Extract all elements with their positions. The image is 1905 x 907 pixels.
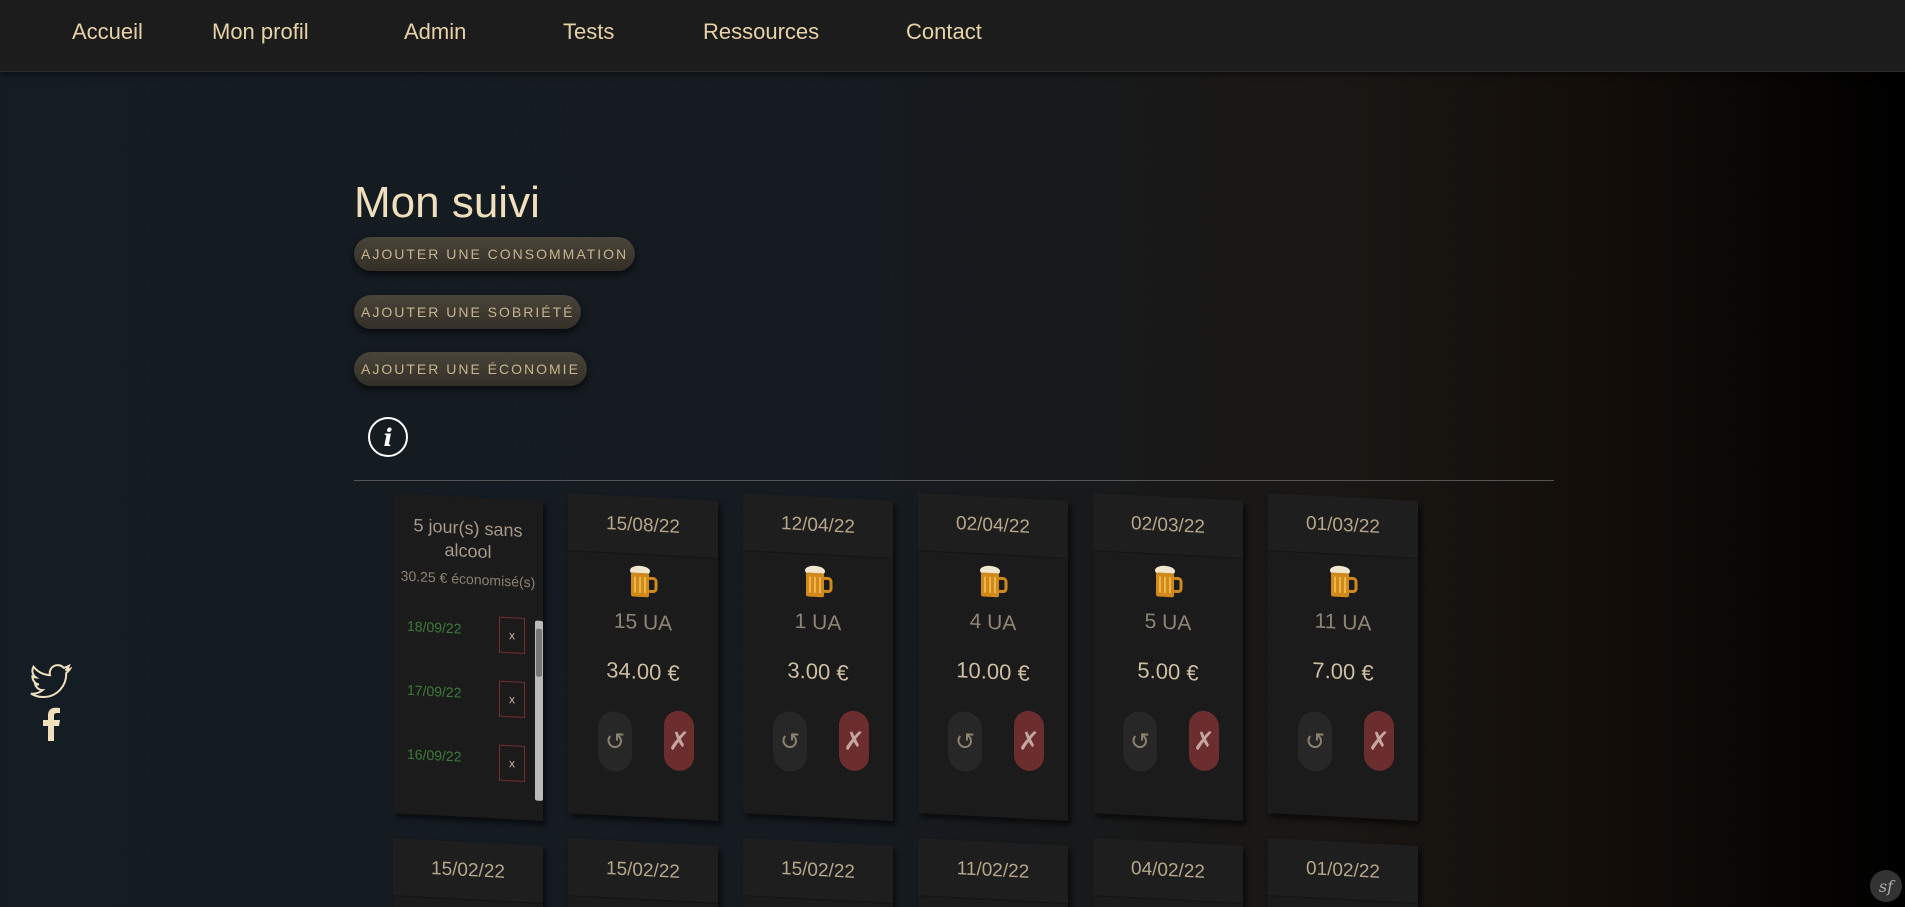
consumption-card: 01/02/22: [1268, 838, 1418, 907]
add-saving-button[interactable]: AJOUTER UNE ÉCONOMIE: [354, 352, 587, 386]
card-date: 02/03/22: [1093, 493, 1243, 559]
consumption-card: 01/03/22 11 UA 7.00 € ↺ ✗: [1268, 493, 1418, 821]
card-actions: ↺ ✗: [743, 705, 893, 773]
card-date: 01/02/22: [1268, 838, 1418, 904]
navbar: Accueil Mon profil Admin Tests Ressource…: [0, 0, 1905, 72]
delete-button[interactable]: ✗: [1364, 710, 1394, 772]
card-date: 12/04/22: [743, 493, 893, 559]
facebook-icon[interactable]: [40, 707, 62, 741]
consumption-card: 04/02/22: [1093, 838, 1243, 907]
card-price: 3.00 €: [787, 657, 849, 686]
streak-scrollbar[interactable]: [535, 620, 543, 801]
card-units: 11 UA: [1314, 609, 1372, 636]
delete-button[interactable]: ✗: [664, 710, 694, 772]
undo-icon: ↺: [1129, 727, 1151, 756]
delete-button[interactable]: ✗: [839, 710, 869, 772]
info-button[interactable]: i: [368, 417, 408, 457]
info-icon: i: [383, 422, 393, 452]
undo-icon: ↺: [954, 727, 976, 756]
reset-button[interactable]: ↺: [948, 710, 982, 773]
nav-admin[interactable]: Admin: [404, 19, 466, 45]
nav-ressources[interactable]: Ressources: [703, 19, 819, 45]
card-units: 5 UA: [1144, 609, 1192, 636]
beer-icon: [1330, 565, 1358, 598]
card-actions: ↺ ✗: [1268, 705, 1418, 773]
cross-icon: ✗: [1368, 724, 1390, 756]
reset-button[interactable]: ↺: [1123, 710, 1157, 773]
streak-list[interactable]: 18/09/22 x 17/09/22 x 16/09/22 x: [393, 603, 543, 801]
streak-delete-button[interactable]: x: [499, 744, 525, 782]
card-date: 15/08/22: [568, 493, 718, 559]
consumption-card: 15/08/22 15 UA 34.00 € ↺ ✗: [568, 493, 718, 821]
beer-icon: [630, 565, 658, 598]
delete-button[interactable]: ✗: [1014, 710, 1044, 772]
cross-icon: ✗: [1018, 724, 1040, 756]
cross-icon: ✗: [1193, 724, 1215, 756]
undo-icon: ↺: [779, 727, 801, 756]
card-date: 11/02/22: [918, 838, 1068, 904]
streak-delete-button[interactable]: x: [499, 680, 525, 718]
card-actions: ↺ ✗: [918, 705, 1068, 773]
consumption-card: 02/04/22 4 UA 10.00 € ↺ ✗: [918, 493, 1068, 821]
cross-icon: ✗: [843, 724, 865, 756]
reset-button[interactable]: ↺: [773, 710, 807, 773]
card-date: 02/04/22: [918, 493, 1068, 559]
card-units: 1 UA: [794, 609, 842, 636]
card-units: 4 UA: [969, 609, 1017, 636]
nav-contact[interactable]: Contact: [906, 19, 982, 45]
consumption-card: 11/02/22: [918, 838, 1068, 907]
beer-icon: [980, 565, 1008, 598]
streak-date: 17/09/22: [407, 681, 462, 701]
card-actions: ↺ ✗: [568, 705, 718, 773]
consumption-card: 02/03/22 5 UA 5.00 € ↺ ✗: [1093, 493, 1243, 821]
card-actions: ↺ ✗: [1093, 705, 1243, 773]
beer-icon: [1155, 565, 1183, 598]
symfony-icon[interactable]: sf: [1870, 870, 1902, 902]
card-price: 10.00 €: [956, 657, 1030, 686]
card-date: 15/02/22: [568, 838, 718, 904]
consumption-card: 15/02/22: [743, 838, 893, 907]
nav-accueil[interactable]: Accueil: [72, 19, 143, 45]
cross-icon: ✗: [668, 724, 690, 756]
divider: [354, 480, 1554, 481]
reset-button[interactable]: ↺: [1298, 710, 1332, 773]
add-consumption-button[interactable]: AJOUTER UNE CONSOMMATION: [354, 237, 636, 271]
reset-button[interactable]: ↺: [598, 710, 632, 773]
delete-button[interactable]: ✗: [1189, 710, 1219, 772]
page-title: Mon suivi: [354, 178, 540, 227]
nav-mon-profil[interactable]: Mon profil: [212, 19, 309, 45]
streak-date: 16/09/22: [407, 745, 462, 765]
sobriety-streak-card: 5 jour(s) sans alcool 30.25 € économisé(…: [393, 493, 543, 821]
card-price: 5.00 €: [1137, 657, 1199, 686]
card-date: 01/03/22: [1268, 493, 1418, 559]
streak-savings: 30.25 € économisé(s): [400, 567, 536, 591]
undo-icon: ↺: [1304, 727, 1326, 756]
streak-title: 5 jour(s) sans alcool: [413, 515, 523, 563]
streak-date: 18/09/22: [407, 617, 462, 637]
scroll-thumb[interactable]: [536, 628, 542, 677]
add-sobriety-button[interactable]: AJOUTER UNE SOBRIÉTÉ: [354, 295, 582, 329]
consumption-card: 15/02/22: [568, 838, 718, 907]
card-units: 15 UA: [613, 609, 673, 636]
consumption-card: 15/02/22: [393, 838, 543, 907]
card-price: 34.00 €: [606, 657, 680, 686]
nav-tests[interactable]: Tests: [563, 19, 614, 45]
card-date: 15/02/22: [743, 838, 893, 904]
undo-icon: ↺: [604, 727, 626, 756]
twitter-icon[interactable]: [30, 664, 72, 700]
consumption-card: 12/04/22 1 UA 3.00 € ↺ ✗: [743, 493, 893, 821]
card-date: 04/02/22: [1093, 838, 1243, 904]
card-price: 7.00 €: [1312, 657, 1374, 686]
beer-icon: [805, 565, 833, 598]
card-date: 15/02/22: [393, 838, 543, 904]
streak-delete-button[interactable]: x: [499, 616, 525, 654]
